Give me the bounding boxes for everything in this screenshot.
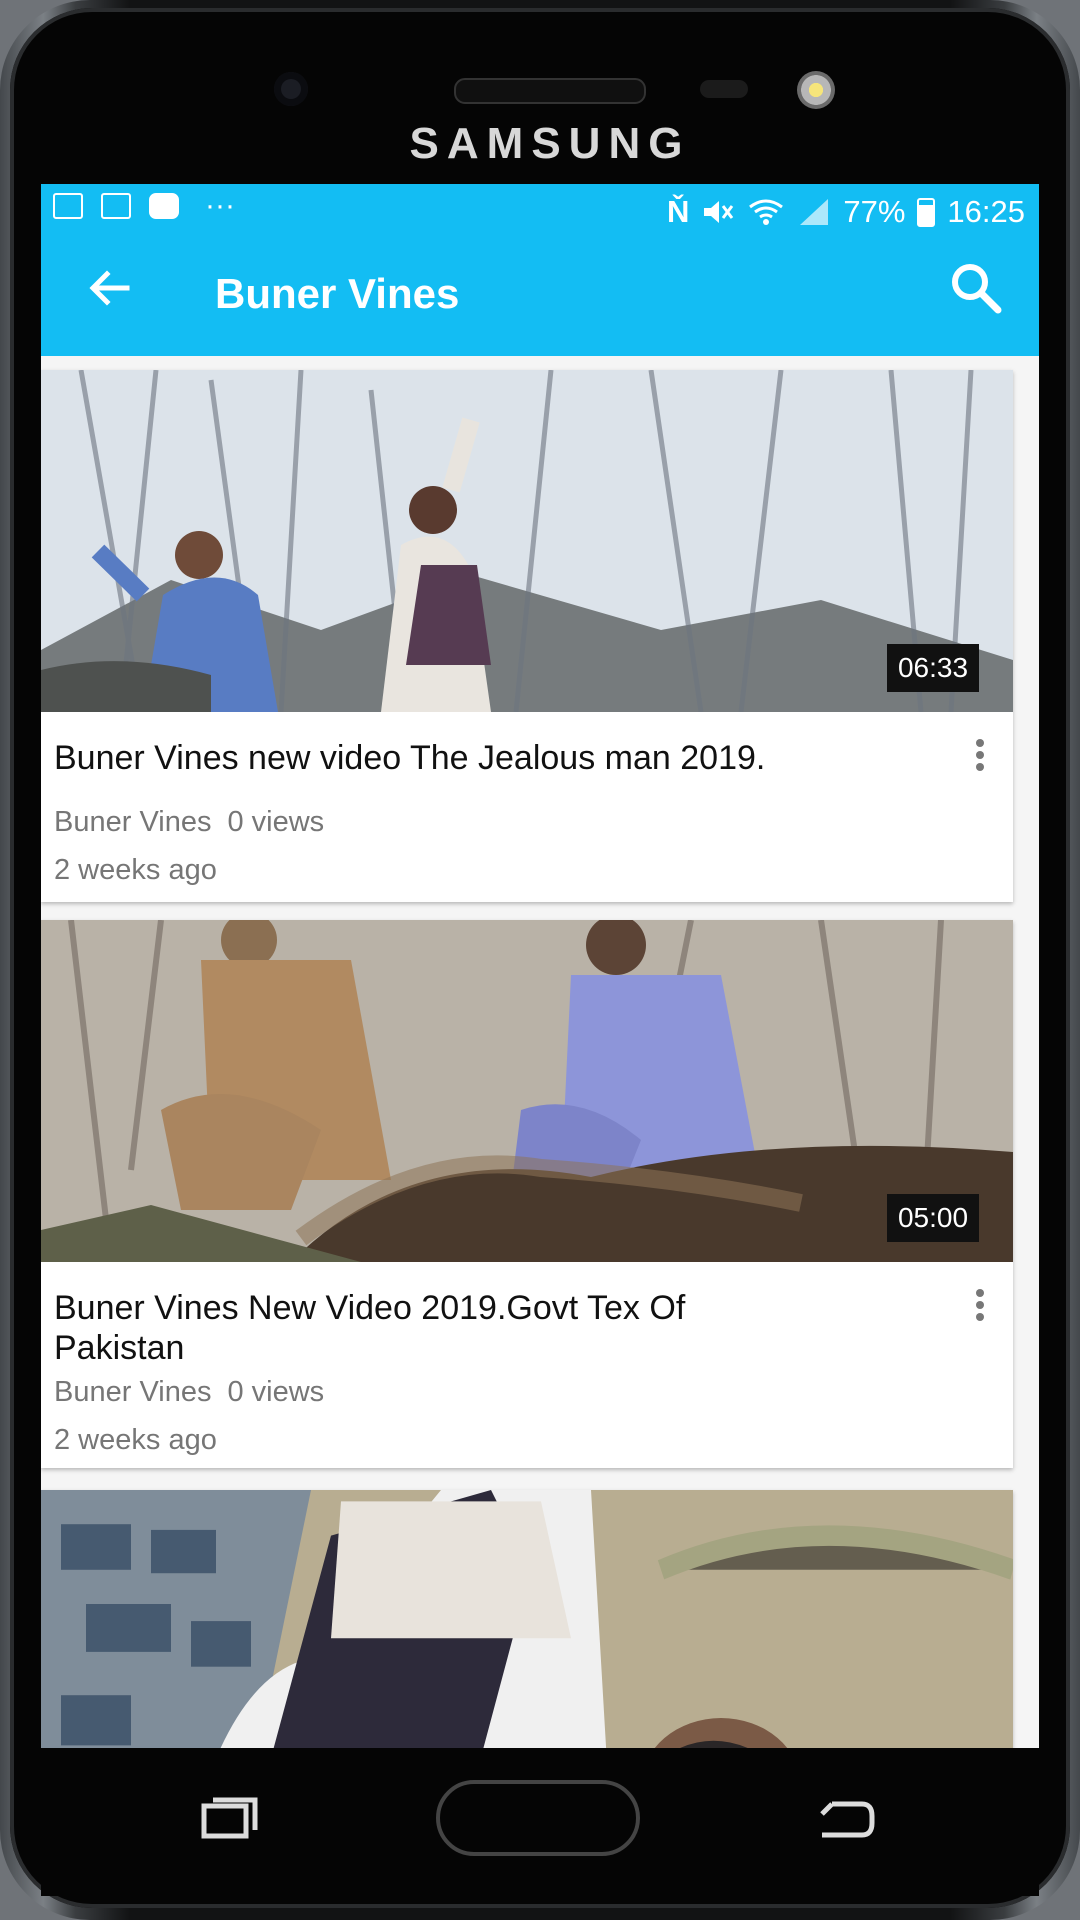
app-screen: ··· Ň 77% 16:25 Buner Vines 06:33 Buner … <box>41 184 1039 1748</box>
more-vertical-icon[interactable] <box>973 1288 987 1322</box>
video-duration: 05:00 <box>887 1194 979 1242</box>
back-arrow-icon[interactable] <box>85 263 135 313</box>
status-right-icons: Ň 77% 16:25 <box>667 194 1025 230</box>
image-icon <box>53 193 83 219</box>
device-brand: SAMSUNG <box>409 119 691 168</box>
wifi-icon <box>749 199 784 225</box>
upload-age: 2 weeks ago <box>54 854 217 886</box>
battery-percentage: 77% <box>843 194 906 229</box>
mute-icon <box>704 201 734 223</box>
video-duration: 06:33 <box>887 644 979 692</box>
video-thumbnail[interactable] <box>41 1490 1013 1748</box>
video-card[interactable] <box>41 1490 1013 1748</box>
speaker-grille <box>454 78 646 104</box>
video-channel-views: Buner Vines 0 views <box>54 1376 324 1409</box>
status-bar: ··· Ň 77% 16:25 <box>41 184 1039 236</box>
more-notifications-icon: ··· <box>205 189 235 222</box>
video-title[interactable]: Buner Vines New Video 2019.Govt Tex Of P… <box>54 1288 724 1368</box>
recent-apps-icon[interactable] <box>199 1796 259 1842</box>
status-left-icons: ··· <box>53 189 235 222</box>
home-button[interactable] <box>436 1780 640 1856</box>
page-title: Buner Vines <box>215 270 460 317</box>
status-time: 16:25 <box>947 194 1025 229</box>
signal-icon <box>800 199 829 225</box>
video-card[interactable]: 06:33 Buner Vines new video The Jealous … <box>41 370 1013 902</box>
channel-name: Buner Vines <box>54 806 212 838</box>
more-vertical-icon[interactable] <box>973 738 987 772</box>
search-icon[interactable] <box>947 259 1005 317</box>
view-count: 0 views <box>227 1376 325 1408</box>
video-title[interactable]: Buner Vines new video The Jealous man 20… <box>54 738 854 778</box>
video-card[interactable]: 05:00 Buner Vines New Video 2019.Govt Te… <box>41 920 1013 1468</box>
battery-icon <box>917 197 936 227</box>
proximity-sensor <box>700 80 748 98</box>
channel-name: Buner Vines <box>54 1376 212 1408</box>
nfc-icon: Ň <box>666 194 690 229</box>
upload-age: 2 weeks ago <box>54 1424 217 1456</box>
tv-icon <box>101 193 131 219</box>
back-icon[interactable] <box>812 1794 878 1846</box>
video-channel-views: Buner Vines 0 views <box>54 806 324 839</box>
flash-icon <box>797 71 835 109</box>
video-thumbnail[interactable] <box>41 370 1013 712</box>
front-camera-icon <box>274 72 308 106</box>
app-toolbar: Buner Vines <box>41 236 1039 356</box>
youtube-icon <box>149 193 179 219</box>
view-count: 0 views <box>227 806 325 838</box>
video-thumbnail[interactable] <box>41 920 1013 1262</box>
navigation-bar <box>41 1748 1039 1896</box>
